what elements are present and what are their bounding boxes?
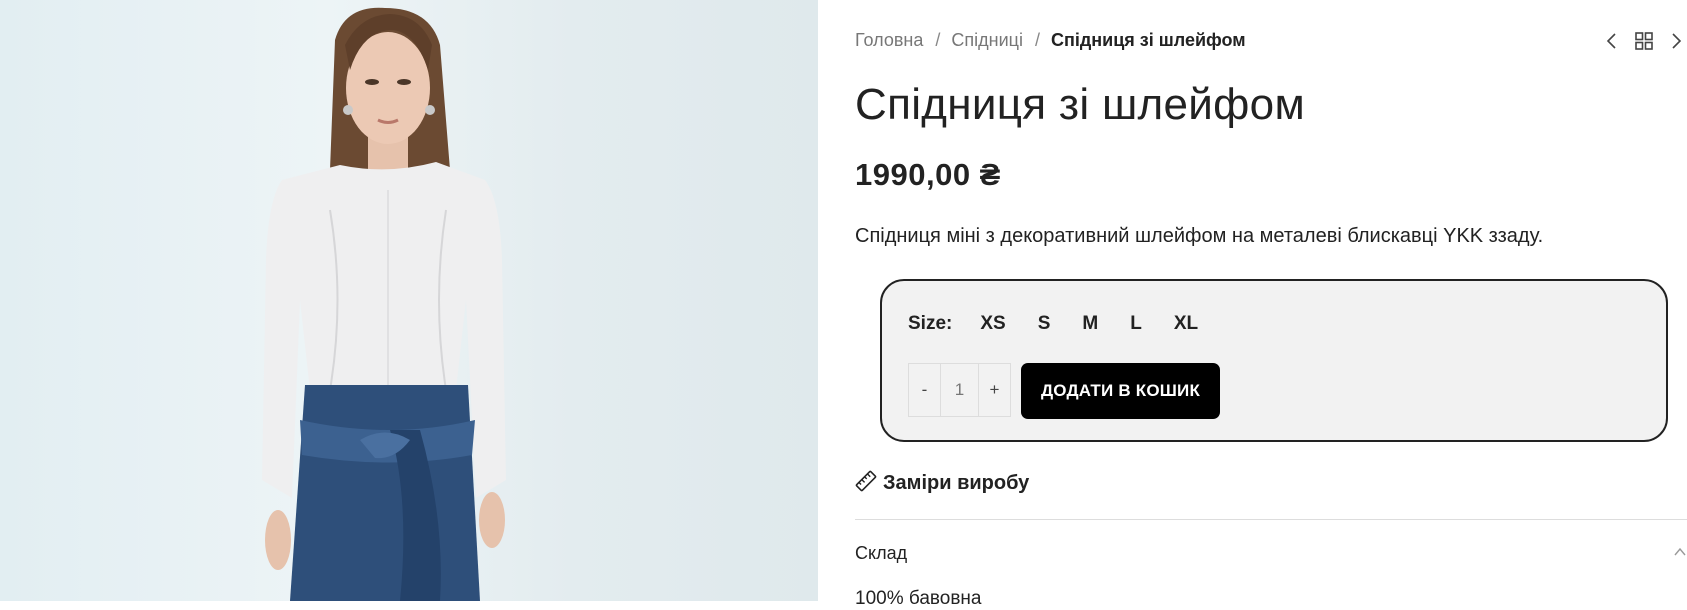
- add-to-cart-button[interactable]: ДОДАТИ В КОШИК: [1021, 363, 1220, 419]
- breadcrumb-separator: /: [1034, 30, 1040, 50]
- breadcrumb: Головна / Спідниці / Спідниця зі шлейфом: [855, 30, 1246, 51]
- size-option-l[interactable]: L: [1130, 313, 1142, 335]
- size-option-xs[interactable]: XS: [980, 313, 1005, 335]
- ruler-icon: [855, 470, 877, 497]
- quantity-increase-button[interactable]: +: [979, 364, 1010, 416]
- product-description: Спідниця міні з декоративний шлейфом на …: [855, 225, 1544, 247]
- composition-title[interactable]: Склад: [855, 543, 907, 564]
- divider: [855, 519, 1687, 520]
- quantity-decrease-button[interactable]: -: [909, 364, 940, 416]
- product-info: Головна / Спідниці / Спідниця зі шлейфом…: [855, 0, 1687, 609]
- breadcrumb-home-link[interactable]: Головна: [855, 30, 923, 51]
- breadcrumb-category-link[interactable]: Спідниці: [951, 30, 1023, 51]
- breadcrumb-separator: /: [935, 30, 941, 50]
- size-option-xl[interactable]: XL: [1174, 313, 1198, 335]
- breadcrumb-current: Спідниця зі шлейфом: [1050, 30, 1246, 50]
- size-option-s[interactable]: S: [1038, 313, 1051, 335]
- measurements-label: Заміри виробу: [883, 472, 1030, 494]
- chevron-up-icon[interactable]: [1673, 545, 1687, 557]
- grid-icon[interactable]: [1633, 30, 1655, 52]
- product-title: Спідниця зі шлейфом: [855, 80, 1305, 129]
- model-image: [262, 7, 506, 601]
- chevron-left-icon[interactable]: [1601, 30, 1623, 52]
- composition-value: 100% бавовна: [855, 588, 982, 609]
- size-selector: Size: XS S M L XL: [908, 313, 1199, 335]
- size-option-m[interactable]: M: [1082, 313, 1098, 335]
- size-label: Size: [908, 313, 947, 334]
- add-to-cart-form: Size: XS S M L XL - 1 + ДОДАТИ В КОШИК: [880, 279, 1668, 442]
- chevron-right-icon[interactable]: [1665, 30, 1687, 52]
- product-price: 1990,00 ₴: [855, 157, 1001, 192]
- product-photo[interactable]: [0, 0, 818, 601]
- quantity-input[interactable]: 1: [940, 364, 979, 416]
- product-navigation: [1601, 30, 1687, 52]
- measurements-link[interactable]: Заміри виробу: [855, 470, 1029, 497]
- quantity-stepper: - 1 +: [908, 363, 1011, 417]
